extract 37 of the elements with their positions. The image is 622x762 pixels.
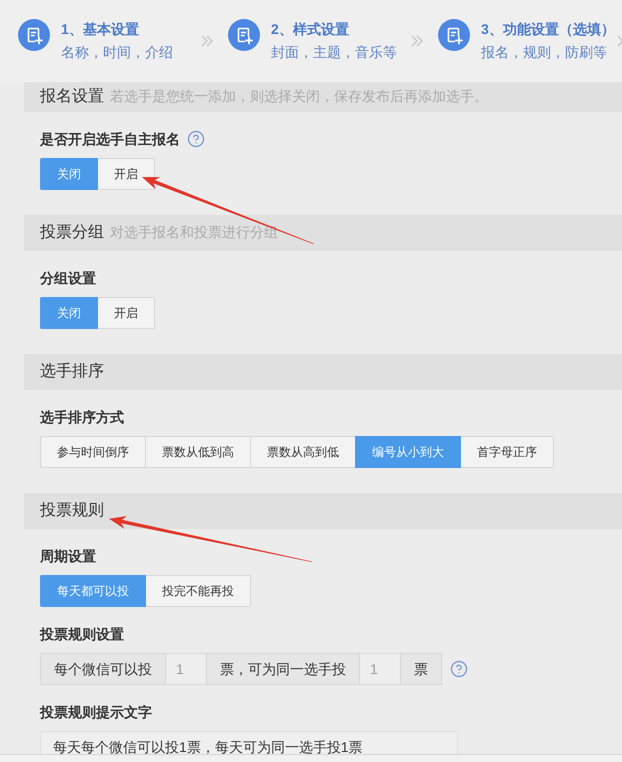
option-button[interactable]: 开启 bbox=[97, 297, 155, 329]
step-title[interactable]: 3、功能设置（选填） bbox=[481, 19, 615, 39]
double-chevron-icon bbox=[410, 34, 424, 48]
field-label: 是否开启选手自主报名 bbox=[40, 131, 180, 147]
step-subtitle: 名称，时间，介绍 bbox=[61, 43, 173, 62]
step-subtitle: 封面，主题，音乐等 bbox=[271, 43, 397, 62]
option-button[interactable]: 票数从低到高 bbox=[145, 436, 251, 468]
field-label: 分组设置 bbox=[40, 270, 96, 286]
input-addon: 票，可为同一选手投 bbox=[206, 653, 360, 685]
option-button[interactable]: 开启 bbox=[97, 158, 155, 190]
number-input[interactable]: 1 bbox=[166, 653, 206, 685]
help-icon[interactable] bbox=[450, 660, 468, 678]
field-label: 选手排序方式 bbox=[40, 409, 124, 425]
number-input[interactable]: 1 bbox=[360, 653, 400, 685]
step-title[interactable]: 2、样式设置 bbox=[271, 19, 397, 39]
input-addon: 每个微信可以投 bbox=[40, 653, 166, 685]
section-title: 投票规则 bbox=[40, 501, 104, 521]
option-button[interactable]: 票数从高到低 bbox=[250, 436, 356, 468]
field-label: 投票规则提示文字 bbox=[40, 704, 152, 720]
document-plus-icon bbox=[228, 19, 260, 51]
option-button[interactable]: 参与时间倒序 bbox=[40, 436, 146, 468]
document-plus-icon bbox=[18, 19, 50, 51]
hint-textarea[interactable]: 每天每个微信可以投1票，每天可为同一选手投1票 bbox=[40, 731, 458, 754]
option-button[interactable]: 投完不能再投 bbox=[145, 575, 251, 607]
section-title: 报名设置 bbox=[40, 87, 104, 107]
input-addon: 票 bbox=[400, 653, 442, 685]
document-plus-icon bbox=[438, 19, 470, 51]
field-label: 投票规则设置 bbox=[40, 626, 124, 642]
field-label: 周期设置 bbox=[40, 548, 96, 564]
help-icon[interactable] bbox=[187, 130, 205, 148]
chevron-icon bbox=[617, 34, 622, 48]
double-chevron-icon bbox=[200, 34, 214, 48]
step-subtitle: 报名，规则，防刷等 bbox=[481, 43, 608, 62]
section-title: 投票分组 bbox=[40, 223, 104, 243]
section-title: 选手排序 bbox=[40, 362, 104, 382]
option-button[interactable]: 首字母正序 bbox=[460, 436, 554, 468]
step-title[interactable]: 1、基本设置 bbox=[61, 19, 173, 39]
